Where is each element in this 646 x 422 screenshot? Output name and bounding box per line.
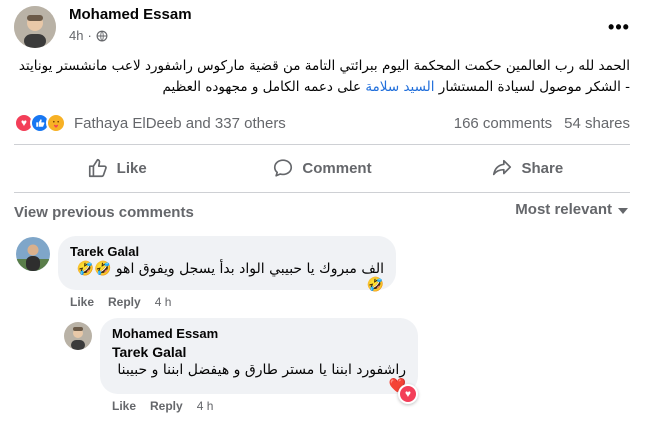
divider: [14, 144, 630, 145]
mention-link[interactable]: السيد سلامة: [365, 79, 434, 95]
like-button-label: Like: [116, 159, 147, 177]
reactions-bar: ♥ Fathaya ElDeeb and 337 others 166 comm…: [14, 110, 630, 136]
reply-bubble: Mohamed Essam Tarek Galal راشفورد ابننا …: [100, 318, 418, 394]
like-button[interactable]: Like: [14, 148, 219, 188]
comment-icon: [274, 159, 293, 177]
more-options-button[interactable]: •••: [604, 12, 634, 42]
heart-icon: ♥: [400, 386, 416, 402]
reply-text: راشفورد ابننا يا مستر طارق و هيفضل ابننا…: [117, 362, 406, 394]
divider: [14, 192, 630, 193]
post-text: الحمد لله رب العالمين حكمت المحكمة اليوم…: [14, 56, 630, 98]
engagement-counts: 166 comments 54 shares: [454, 115, 630, 132]
shares-count[interactable]: 54 shares: [564, 115, 630, 132]
comment-author[interactable]: Tarek Galal: [70, 244, 384, 259]
author-avatar[interactable]: [14, 6, 56, 48]
thumbs-up-icon: [88, 158, 107, 178]
commenter-avatar-image: [16, 237, 50, 271]
reply-reaction-badge[interactable]: ♥: [398, 384, 418, 404]
comment-actions: Like Reply 4 h: [70, 295, 171, 309]
comment-text: الف مبروك يا حبيبي الواد بدأ يسجل ويفوق …: [76, 261, 384, 293]
comment-time[interactable]: 4 h: [155, 295, 172, 309]
commenter-avatar[interactable]: [16, 237, 50, 271]
comment-sort-dropdown[interactable]: Most relevant: [515, 201, 628, 218]
meta-separator: ·: [87, 28, 92, 43]
post-text-line-2-end: على دعمه الكامل و مجهوده العظيم: [162, 79, 366, 95]
comment-button-label: Comment: [302, 159, 372, 177]
post-header: Mohamed Essam 4h · •••: [14, 6, 634, 48]
reply-like-button[interactable]: Like: [112, 399, 136, 413]
reply-time[interactable]: 4 h: [197, 399, 214, 413]
post-meta: 4h ·: [69, 28, 108, 43]
post-actions: Like Comment Share: [14, 148, 630, 188]
comment-sort-label: Most relevant: [515, 201, 612, 218]
comment-bubble: Tarek Galal الف مبروك يا حبيبي الواد بدأ…: [58, 236, 396, 293]
reaction-names[interactable]: Fathaya ElDeeb and 337 others: [74, 115, 286, 132]
comment-reply-button[interactable]: Reply: [108, 295, 141, 309]
globe-icon[interactable]: [96, 30, 108, 42]
share-button[interactable]: Share: [425, 148, 630, 188]
post-time[interactable]: 4h: [69, 28, 83, 43]
post-text-line-2-start: - الشكر موصول لسيادة المستشار: [434, 79, 630, 95]
reply-reply-button[interactable]: Reply: [150, 399, 183, 413]
post-text-line-1: الحمد لله رب العالمين حكمت المحكمة اليوم…: [18, 58, 630, 74]
post-text-line-2: - الشكر موصول لسيادة المستشار السيد سلام…: [14, 77, 630, 98]
reaction-icons[interactable]: ♥: [14, 113, 66, 133]
reply-avatar[interactable]: [64, 322, 92, 350]
care-icon: [46, 113, 66, 133]
share-button-label: Share: [521, 159, 564, 177]
reply-mention[interactable]: Tarek Galal: [112, 344, 406, 360]
reply-actions: Like Reply 4 h: [112, 399, 213, 413]
view-previous-comments-link[interactable]: View previous comments: [14, 204, 194, 221]
comment-like-button[interactable]: Like: [70, 295, 94, 309]
share-icon: [493, 159, 512, 176]
post-author-name[interactable]: Mohamed Essam: [69, 6, 192, 23]
caret-down-icon: [618, 207, 628, 214]
author-avatar-image: [14, 6, 56, 48]
comment-button[interactable]: Comment: [219, 148, 424, 188]
reply-avatar-image: [64, 322, 92, 350]
comments-count[interactable]: 166 comments: [454, 115, 552, 132]
reply-author[interactable]: Mohamed Essam: [112, 326, 406, 341]
